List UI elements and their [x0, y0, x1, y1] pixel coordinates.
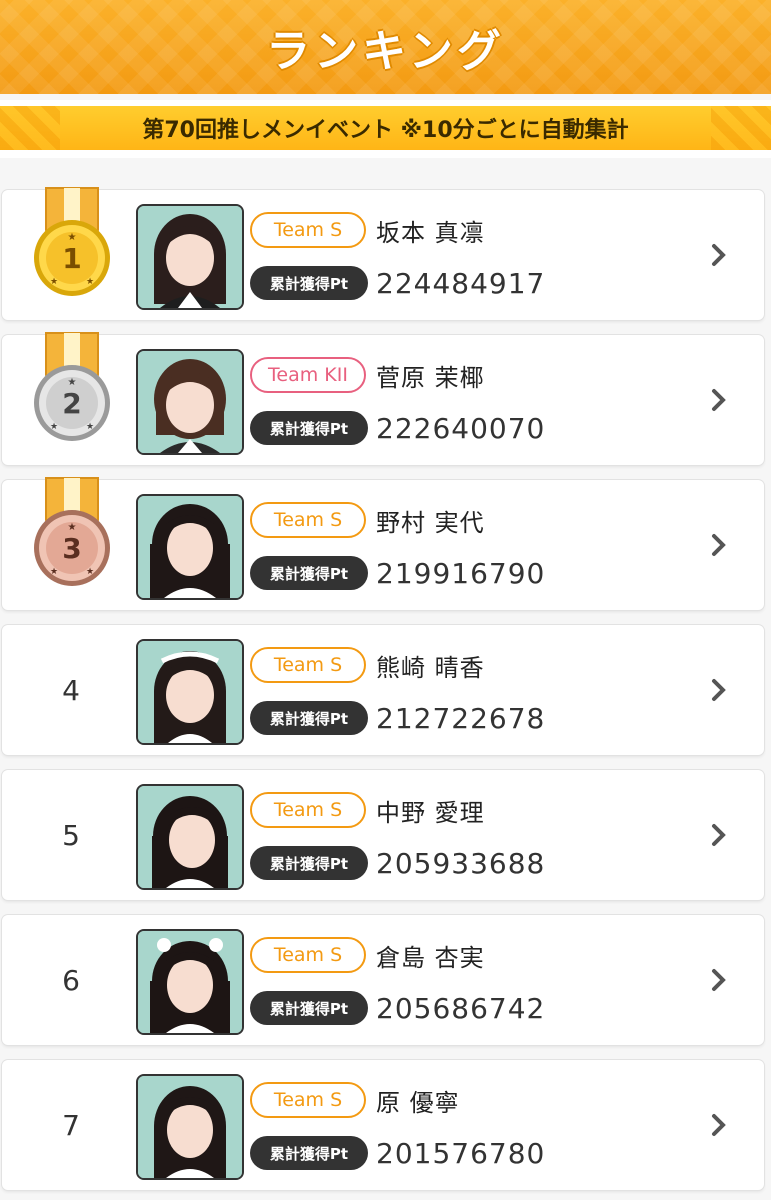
page-title: ランキング — [266, 26, 505, 77]
chevron-right-icon[interactable] — [704, 673, 734, 707]
points-value: 224484917 — [376, 266, 546, 300]
team-badge: Team KII — [250, 357, 366, 393]
avatar — [136, 349, 244, 455]
svg-text:★: ★ — [68, 377, 77, 388]
points-label: 累計獲得Pt — [250, 1136, 368, 1170]
rank-number: 5 — [62, 818, 80, 852]
avatar — [136, 929, 244, 1035]
rank-number: 4 — [62, 673, 80, 707]
team-badge: Team S — [250, 502, 366, 538]
chevron-right-icon[interactable] — [704, 238, 734, 272]
rank-number: 3 — [62, 532, 81, 565]
svg-text:★: ★ — [86, 277, 94, 287]
bronze-medal-icon: 3 ★ ★ ★ — [24, 474, 120, 592]
svg-text:★: ★ — [86, 422, 94, 432]
chevron-right-icon[interactable] — [704, 818, 734, 852]
event-banner-wrap: 第70回推しメンイベント ※10分ごとに自動集計 — [0, 100, 771, 158]
ranking-row[interactable]: 2 ★ ★ ★ Team KII 菅原 茉椰 累計獲得Pt 222640070 — [2, 332, 764, 465]
ranking-row[interactable]: 3 ★ ★ ★ Team S 野村 実代 累計獲得Pt 219916790 — [2, 477, 764, 610]
points-value: 205686742 — [376, 991, 546, 1025]
chevron-right-icon[interactable] — [704, 528, 734, 562]
avatar — [136, 639, 244, 745]
member-name: 熊崎 晴香 — [376, 653, 485, 682]
gold-medal-icon: 1 ★ ★ ★ — [24, 184, 120, 302]
avatar — [136, 784, 244, 890]
svg-text:★: ★ — [86, 567, 94, 577]
points-value: 222640070 — [376, 411, 546, 445]
rank-number: 2 — [62, 387, 81, 420]
points-label: 累計獲得Pt — [250, 991, 368, 1025]
member-name: 原 優寧 — [376, 1088, 460, 1117]
avatar — [136, 204, 244, 310]
team-badge: Team S — [250, 647, 366, 683]
svg-text:★: ★ — [68, 522, 77, 533]
team-badge: Team S — [250, 1082, 366, 1118]
ranking-row[interactable]: 4 Team S 熊崎 晴香 累計獲得Pt 212722678 — [2, 625, 764, 755]
ranking-row[interactable]: 6 Team S 倉島 杏実 累計獲得Pt 205686742 — [2, 915, 764, 1045]
team-badge: Team S — [250, 937, 366, 973]
rank-number: 1 — [62, 242, 81, 275]
silver-medal-icon: 2 ★ ★ ★ — [24, 329, 120, 447]
points-value: 212722678 — [376, 701, 546, 735]
member-name: 野村 実代 — [376, 508, 485, 537]
ranking-row[interactable]: 7 Team S 原 優寧 累計獲得Pt 201576780 — [2, 1060, 764, 1190]
member-name: 坂本 真凛 — [376, 218, 485, 247]
svg-text:★: ★ — [50, 567, 58, 577]
avatar — [136, 494, 244, 600]
member-name: 倉島 杏実 — [376, 943, 485, 972]
avatar — [136, 1074, 244, 1180]
event-label: 第70回推しメンイベント ※10分ごとに自動集計 — [142, 118, 629, 143]
svg-text:★: ★ — [68, 232, 77, 243]
svg-text:★: ★ — [50, 422, 58, 432]
points-value: 205933688 — [376, 846, 546, 880]
points-label: 累計獲得Pt — [250, 846, 368, 880]
rank-number: 7 — [62, 1108, 80, 1142]
member-name: 菅原 茉椰 — [376, 363, 485, 392]
points-value: 219916790 — [376, 556, 546, 590]
ranking-row[interactable]: 1 ★ ★ ★ Team S 坂本 真凛 累計獲得Pt 224484917 — [2, 187, 764, 320]
points-label: 累計獲得Pt — [250, 556, 368, 590]
ranking-row[interactable]: 5 Team S 中野 愛理 累計獲得Pt 205933688 — [2, 770, 764, 900]
chevron-right-icon[interactable] — [704, 963, 734, 997]
points-label: 累計獲得Pt — [250, 411, 368, 445]
points-label: 累計獲得Pt — [250, 266, 368, 300]
member-name: 中野 愛理 — [376, 798, 485, 827]
points-label: 累計獲得Pt — [250, 701, 368, 735]
event-banner: 第70回推しメンイベント ※10分ごとに自動集計 — [0, 106, 771, 150]
points-value: 201576780 — [376, 1136, 546, 1170]
team-badge: Team S — [250, 792, 366, 828]
svg-text:★: ★ — [50, 277, 58, 287]
team-badge: Team S — [250, 212, 366, 248]
page-header: ランキング — [0, 0, 771, 94]
rank-number: 6 — [62, 963, 80, 997]
chevron-right-icon[interactable] — [704, 1108, 734, 1142]
chevron-right-icon[interactable] — [704, 383, 734, 417]
